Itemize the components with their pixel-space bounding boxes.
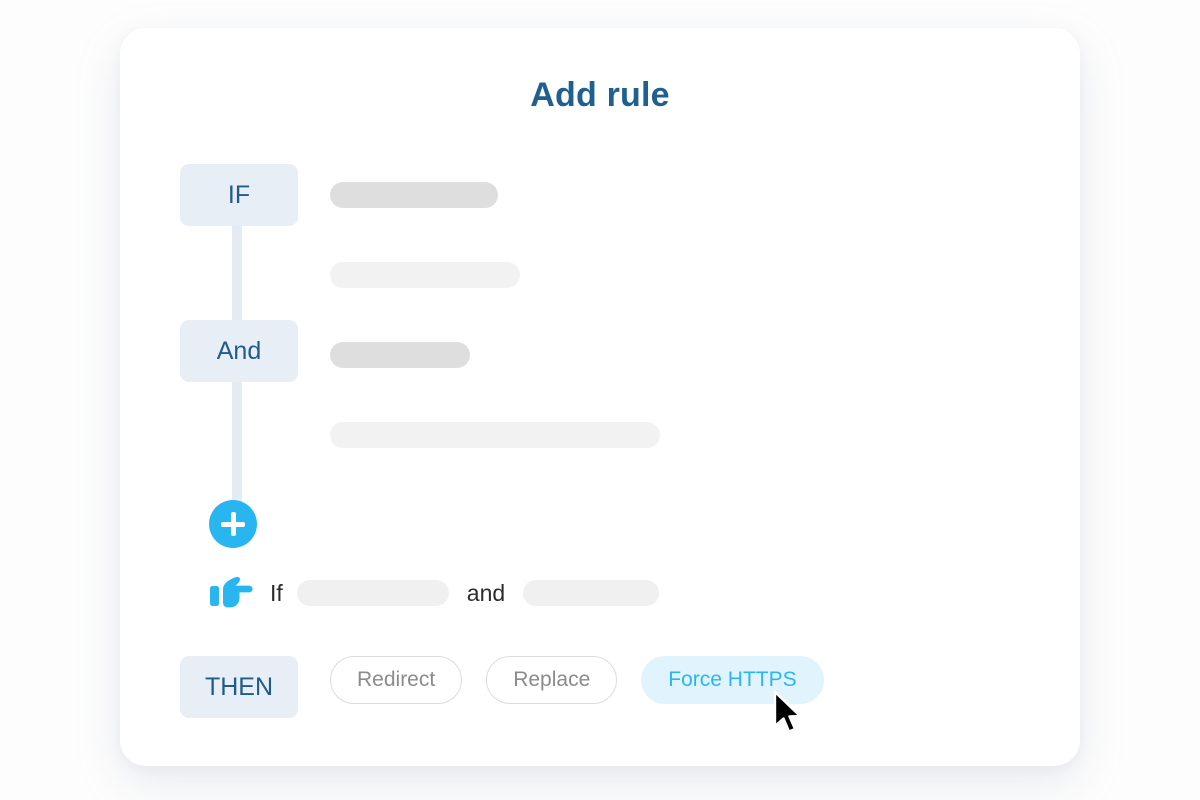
add-condition-button[interactable] (209, 500, 257, 548)
placeholder-condition-field-2[interactable] (330, 342, 470, 368)
rule-builder: IF And THEN If and Redirect Replace Forc… (180, 164, 1020, 724)
summary-if-label: If (270, 579, 283, 606)
badge-then: THEN (180, 656, 298, 718)
placeholder-condition-value-1[interactable] (330, 262, 520, 288)
action-redirect-button[interactable]: Redirect (330, 656, 463, 704)
rule-summary-row: If and (208, 572, 660, 614)
action-force-https-button[interactable]: Force HTTPS (641, 656, 824, 704)
plus-icon-vertical (230, 512, 236, 536)
summary-and-label: and (466, 579, 506, 606)
page-title: Add rule (530, 76, 670, 114)
placeholder-condition-value-2[interactable] (330, 422, 660, 448)
summary-placeholder-2[interactable] (523, 580, 660, 606)
summary-placeholder-1[interactable] (296, 580, 449, 606)
action-options: Redirect Replace Force HTTPS (330, 656, 824, 704)
add-rule-card: Add rule IF And THEN If and Redirect Rep… (120, 28, 1080, 766)
badge-and[interactable]: And (180, 320, 298, 382)
pointing-right-hand-icon (210, 576, 253, 608)
action-replace-button[interactable]: Replace (486, 656, 618, 704)
placeholder-condition-field-1[interactable] (330, 182, 498, 208)
badge-if: IF (180, 164, 298, 226)
